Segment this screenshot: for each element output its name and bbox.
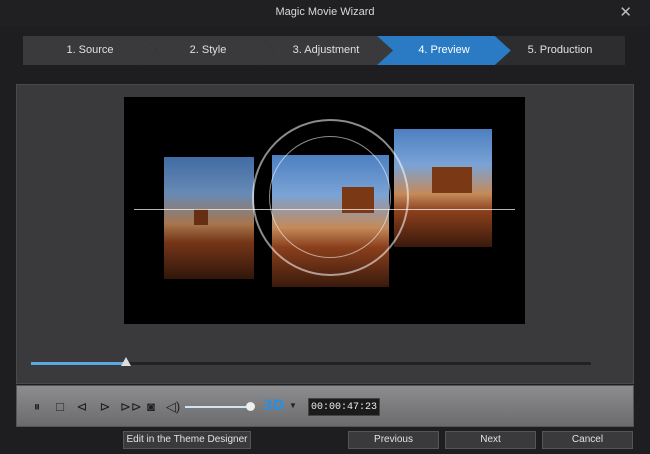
window-title: Magic Movie Wizard <box>275 6 375 18</box>
wizard-steps: 1. Source 2. Style 3. Adjustment 4. Prev… <box>23 36 628 65</box>
theme-designer-button[interactable]: Edit in the Theme Designer <box>123 431 251 449</box>
player-controls: ⏸ □ ⊲ ⊳ ⊳⊳ ◙ ◁) 3D ▼ 00:00:47:23 <box>16 385 634 427</box>
volume-handle[interactable] <box>246 402 255 411</box>
fast-forward-icon[interactable]: ⊳⊳ <box>120 399 142 415</box>
photo-right <box>394 129 492 247</box>
previous-frame-icon[interactable]: ⊲ <box>74 399 90 415</box>
preview-panel <box>16 84 634 384</box>
horizontal-line-overlay <box>134 209 515 210</box>
video-preview[interactable] <box>124 97 525 324</box>
step-style[interactable]: 2. Style <box>141 36 275 65</box>
pause-icon[interactable]: ⏸ <box>29 399 45 415</box>
stop-icon[interactable]: □ <box>52 399 68 415</box>
snapshot-icon[interactable]: ◙ <box>143 399 159 415</box>
next-button[interactable]: Next <box>445 431 536 449</box>
timeline-scrubber[interactable] <box>31 357 591 366</box>
timecode-display: 00:00:47:23 <box>308 398 380 416</box>
photo-left <box>164 157 254 279</box>
3d-dropdown-icon[interactable]: ▼ <box>289 401 297 410</box>
step-source[interactable]: 1. Source <box>23 36 157 65</box>
step-preview[interactable]: 4. Preview <box>377 36 511 65</box>
timeline-progress <box>31 362 127 365</box>
volume-icon[interactable]: ◁) <box>165 399 181 415</box>
previous-button[interactable]: Previous <box>348 431 439 449</box>
close-icon[interactable]: ✕ <box>619 3 632 21</box>
step-adjustment[interactable]: 3. Adjustment <box>259 36 393 65</box>
step-production[interactable]: 5. Production <box>495 36 625 65</box>
timeline-handle[interactable] <box>121 357 132 366</box>
title-bar: Magic Movie Wizard ✕ <box>0 0 650 26</box>
cancel-button[interactable]: Cancel <box>542 431 633 449</box>
next-frame-icon[interactable]: ⊳ <box>97 399 113 415</box>
volume-slider[interactable] <box>185 402 255 411</box>
circle-overlay-inner <box>269 136 391 258</box>
3d-toggle-button[interactable]: 3D <box>263 398 284 414</box>
